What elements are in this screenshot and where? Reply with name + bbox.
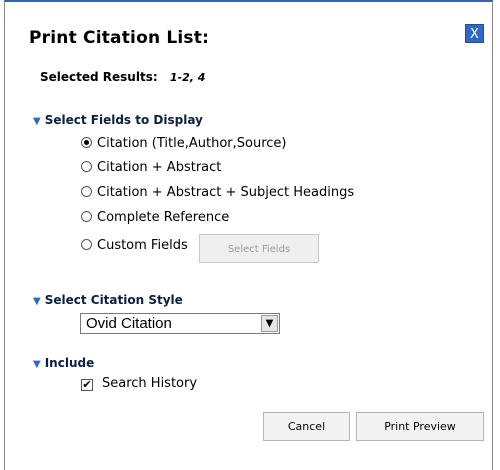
selected-results-value: 1-2, 4 <box>169 71 206 84</box>
radio-label: Citation + Abstract <box>97 160 222 175</box>
radio-citation-abstract-subject[interactable]: Citation + Abstract + Subject Headings <box>81 185 354 200</box>
include-heading-label: Include <box>44 356 95 370</box>
include-heading[interactable]: ▼ Include <box>33 356 94 370</box>
close-button[interactable]: X <box>465 24 484 43</box>
radio-citation-abstract[interactable]: Citation + Abstract <box>81 160 221 175</box>
fields-section-heading-label: Select Fields to Display <box>44 113 203 127</box>
citation-style-heading[interactable]: ▼ Select Citation Style <box>33 293 183 307</box>
radio-label: Citation + Abstract + Subject Headings <box>97 185 355 200</box>
checkbox[interactable]: ✔ <box>81 379 93 391</box>
radio-custom-fields[interactable]: Custom Fields <box>81 238 188 253</box>
radio-button[interactable] <box>81 161 92 172</box>
dialog-title: Print Citation List: <box>29 28 210 48</box>
chevron-down-icon[interactable]: ▼ <box>261 315 278 332</box>
radio-label: Custom Fields <box>97 238 188 253</box>
radio-button[interactable] <box>81 137 92 148</box>
triangle-down-icon: ▼ <box>33 359 41 370</box>
close-icon: X <box>470 27 479 42</box>
radio-citation[interactable]: Citation (Title,Author,Source) <box>81 136 286 151</box>
selected-results: Selected Results: 1-2, 4 <box>40 70 205 84</box>
radio-button[interactable] <box>81 186 92 197</box>
print-citation-dialog: Print Citation List: X Selected Results:… <box>4 0 493 470</box>
print-preview-button[interactable]: Print Preview <box>356 412 484 441</box>
citation-style-heading-label: Select Citation Style <box>44 293 183 307</box>
citation-style-select[interactable]: Ovid Citation ▼ <box>80 313 280 334</box>
triangle-down-icon: ▼ <box>33 296 41 307</box>
radio-button[interactable] <box>81 211 92 222</box>
search-history-label: Search History <box>102 376 198 391</box>
triangle-down-icon: ▼ <box>33 116 41 127</box>
radio-label: Citation (Title,Author,Source) <box>97 136 287 151</box>
selected-results-label: Selected Results: <box>40 70 158 84</box>
search-history-option[interactable]: ✔ Search History <box>81 376 197 391</box>
radio-complete-reference[interactable]: Complete Reference <box>81 210 229 225</box>
radio-button[interactable] <box>81 239 92 250</box>
select-fields-button[interactable]: Select Fields <box>199 234 319 263</box>
radio-label: Complete Reference <box>97 210 230 225</box>
cancel-button[interactable]: Cancel <box>263 412 350 441</box>
fields-section-heading[interactable]: ▼ Select Fields to Display <box>33 113 203 127</box>
citation-style-value: Ovid Citation <box>86 315 172 332</box>
